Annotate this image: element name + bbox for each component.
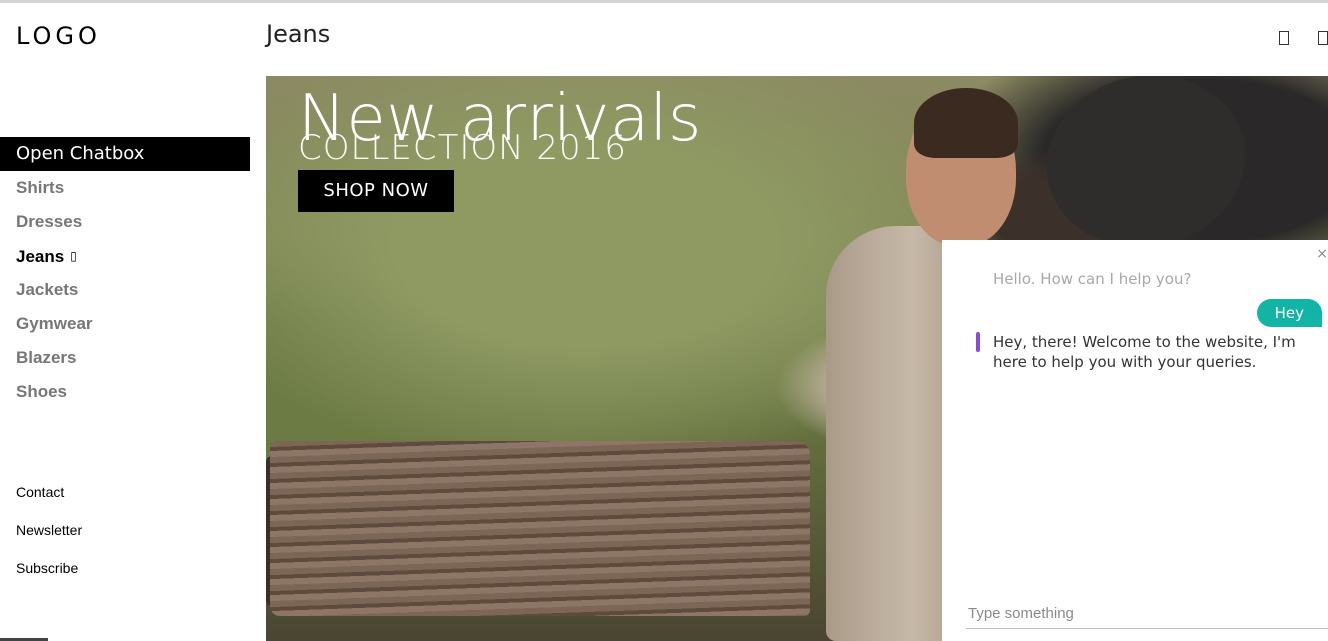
- nav-item-dresses[interactable]: Dresses: [16, 205, 93, 239]
- logo[interactable]: LOGO: [16, 22, 101, 50]
- nav-item-label: Gymwear: [16, 314, 93, 333]
- hero-photo-hat: [1030, 76, 1262, 265]
- newsletter-link[interactable]: Newsletter: [16, 512, 82, 550]
- hero-photo-log: [270, 441, 810, 616]
- bot-message-marker: [976, 332, 980, 352]
- nav-item-shirts[interactable]: Shirts: [16, 171, 93, 205]
- nav-item-jeans[interactable]: Jeans ▯: [16, 239, 93, 273]
- user-message: Hey: [1256, 299, 1322, 327]
- nav-item-shoes[interactable]: Shoes: [16, 375, 93, 409]
- nav-item-label: Dresses: [16, 212, 83, 231]
- open-chatbox-button[interactable]: Open Chatbox: [0, 137, 250, 171]
- submenu-indicator-icon: ▯: [70, 249, 77, 263]
- contact-link[interactable]: Contact: [16, 474, 82, 512]
- nav-item-blazers[interactable]: Blazers: [16, 341, 93, 375]
- square-icon[interactable]: [1318, 31, 1328, 45]
- nav-item-gymwear[interactable]: Gymwear: [16, 307, 93, 341]
- nav-item-label: Shirts: [16, 178, 65, 197]
- page-title: Jeans: [266, 20, 331, 48]
- close-icon[interactable]: ×: [1316, 246, 1328, 262]
- nav-item-label: Blazers: [16, 348, 77, 367]
- nav-item-jackets[interactable]: Jackets: [16, 273, 93, 307]
- chat-message-input[interactable]: [966, 598, 1328, 629]
- bot-message: Hello. How can I help you?: [993, 270, 1192, 288]
- top-border: [0, 0, 1328, 3]
- nav-item-label: Jeans: [16, 247, 65, 266]
- subscribe-link[interactable]: Subscribe: [16, 550, 82, 588]
- hero-subtitle: COLLECTION 2016: [298, 128, 627, 168]
- footer-links: Contact Newsletter Subscribe: [16, 474, 82, 588]
- category-nav: Shirts Dresses Jeans ▯ Jackets Gymwear Bl…: [16, 171, 93, 409]
- hero-photo-hair: [914, 88, 1018, 158]
- chat-panel: × Hello. How can I help you? Hey Hey, th…: [942, 240, 1328, 641]
- square-icon[interactable]: [1279, 31, 1289, 45]
- nav-item-label: Shoes: [16, 382, 68, 401]
- nav-item-label: Jackets: [16, 280, 79, 299]
- shop-now-button[interactable]: SHOP NOW: [298, 170, 454, 212]
- bot-message: Hey, there! Welcome to the website, I'm …: [993, 333, 1296, 371]
